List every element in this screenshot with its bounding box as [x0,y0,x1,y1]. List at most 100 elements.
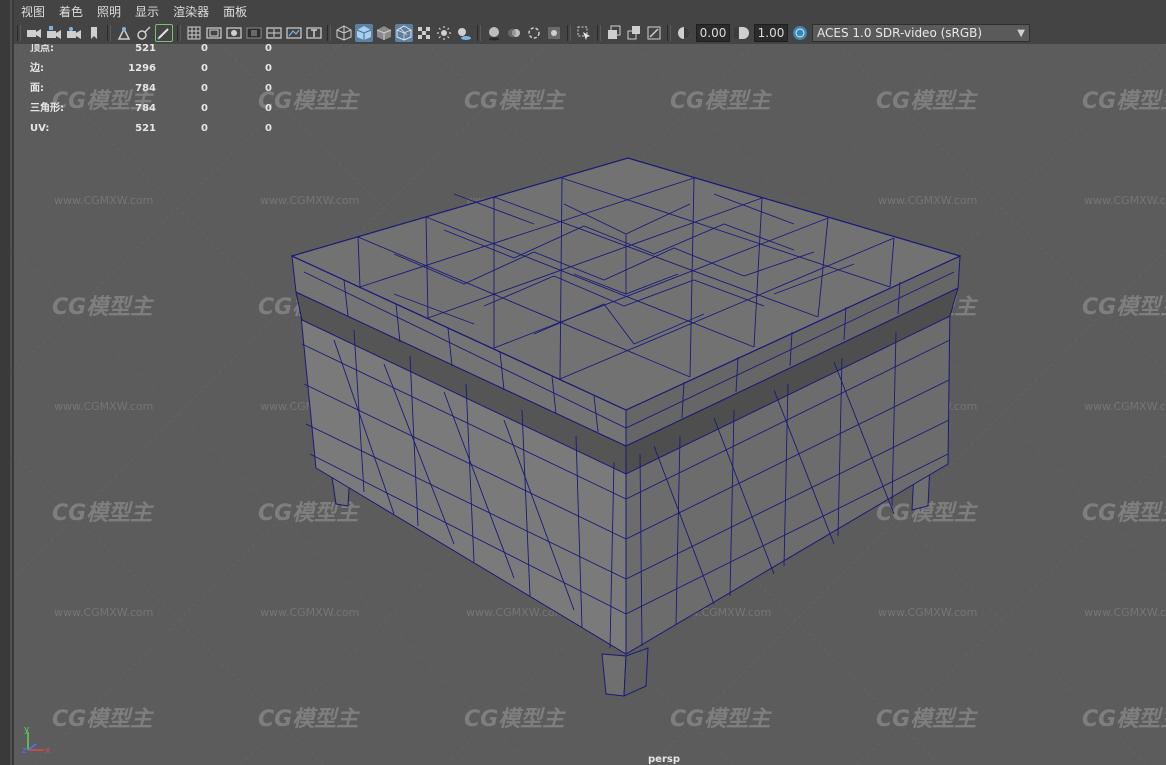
axis-z-label: z [22,746,27,756]
watermark-url: www.CGMXW.com [54,194,153,207]
hud-value: 0 [265,103,272,114]
select-camera-icon[interactable] [25,24,43,42]
axis-y-label: y [24,725,30,735]
hud-label: 顶点: [30,44,54,54]
viewport-canvas: CG模型主 CG模型主 CG模型主 CG模型主 CG模型主 CG模型主 CG模型主 CG模型主… [14,44,1166,765]
axis-gizmo: y x z [22,725,51,756]
hud-value: 784 [135,103,156,114]
toolbar-separator [17,25,21,41]
toolbar-separator [667,25,671,41]
watermark-url: www.CGMXW.com [54,606,153,619]
camera-lock-icon[interactable] [45,24,63,42]
watermark-logo: CG模型主 [1082,295,1166,320]
watermark-logo: CG模型主 [1082,707,1166,732]
watermark-url: www.CGMXW.com [878,194,977,207]
smooth-shade-icon[interactable] [355,24,373,42]
toolbar-separator [107,25,111,41]
hud-label: 边: [30,63,44,74]
hud-value: 0 [265,83,272,94]
gamma-icon[interactable] [733,24,751,42]
panel-grip[interactable] [10,0,12,765]
hud-label: 三角形: [30,103,64,114]
hud-value: 0 [265,44,272,54]
color-space-dropdown[interactable]: ACES 1.0 SDR-video (sRGB) ▼ [812,24,1030,42]
motion-blur-icon[interactable] [505,24,523,42]
watermark-url: www.CGMXW.com [1084,400,1166,413]
wireframe-icon[interactable] [335,24,353,42]
hud-label: 面: [30,83,44,94]
3d-viewport[interactable]: CG模型主 CG模型主 CG模型主 CG模型主 CG模型主 CG模型主 CG模型主 CG模型主… [14,44,1166,765]
resolution-gate-icon[interactable] [225,24,243,42]
shadows-icon[interactable] [455,24,473,42]
panel-toolbar: 0.00 1.00 ACES 1.0 SDR-video (sRGB) ▼ [14,22,1166,44]
left-tool-strip [0,0,15,765]
watermark-url: www.CGMXW.com [260,606,359,619]
toolbar-separator [327,25,331,41]
textured-icon[interactable] [415,24,433,42]
hud-value: 0 [265,63,272,74]
menu-show[interactable]: 显示 [128,3,166,20]
hud-label: UV: [30,123,50,134]
axis-x-label: x [45,746,51,756]
image-plane-icon[interactable] [115,24,133,42]
hud-value: 1296 [128,63,156,74]
xray-active-components-icon[interactable] [625,24,643,42]
exposure-field[interactable]: 0.00 [696,24,730,42]
gamma-field[interactable]: 1.00 [754,24,788,42]
menu-lighting[interactable]: 照明 [90,3,128,20]
xray-joints-icon[interactable] [645,24,663,42]
menu-panels[interactable]: 面板 [216,3,254,20]
hud-value: 521 [135,123,156,134]
toolbar-separator [177,25,181,41]
watermark-logo: CG模型主 [876,707,978,732]
depth-of-field-icon[interactable] [545,24,563,42]
grid-icon[interactable] [185,24,203,42]
ambient-occlusion-icon[interactable] [485,24,503,42]
isolate-select-icon[interactable] [575,24,593,42]
hud-value: 0 [201,103,208,114]
watermark-logo: CG模型主 [52,501,154,526]
hud-value: 0 [265,123,272,134]
watermark-logo: CG模型主 [52,295,154,320]
hud-value: 784 [135,83,156,94]
xray-icon[interactable] [605,24,623,42]
hud-value: 0 [201,123,208,134]
color-management-icon[interactable] [791,24,809,42]
hud-value: 0 [201,63,208,74]
lights-icon[interactable] [435,24,453,42]
watermark-url: www.CGMXW.com [878,606,977,619]
default-material-icon[interactable] [375,24,393,42]
watermark-logo: CG模型主 [258,707,360,732]
anti-aliasing-icon[interactable] [525,24,543,42]
ottoman-mesh[interactable] [290,157,962,697]
exposure-icon[interactable] [675,24,693,42]
watermark-logo: CG模型主 [876,89,978,114]
watermark-logo: CG模型主 [1082,501,1166,526]
watermark-logo: CG模型主 [464,89,566,114]
menu-shading[interactable]: 着色 [52,3,90,20]
watermark-url: www.CGMXW.com [1084,194,1166,207]
2d-pan-zoom-icon[interactable] [135,24,153,42]
hud-value: 0 [201,44,208,54]
camera-attributes-icon[interactable] [65,24,83,42]
watermark-logo: CG模型主 [52,707,154,732]
camera-name-label: persp [648,754,680,765]
menu-renderer[interactable]: 渲染器 [166,3,216,20]
color-space-value: ACES 1.0 SDR-video (sRGB) [817,26,983,40]
safe-action-icon[interactable] [285,24,303,42]
watermark-url: www.CGMXW.com [54,400,153,413]
safe-title-icon[interactable] [305,24,323,42]
panel-menubar: 视图 着色 照明 显示 渲染器 面板 [14,0,1166,22]
chevron-down-icon: ▼ [1017,27,1025,39]
bookmark-icon[interactable] [85,24,103,42]
film-gate-icon[interactable] [205,24,223,42]
grease-pencil-icon[interactable] [155,24,173,42]
menu-view[interactable]: 视图 [14,3,52,20]
field-chart-icon[interactable] [265,24,283,42]
watermark-logo: CG模型主 [258,89,360,114]
toolbar-separator [567,25,571,41]
wireframe-on-shaded-icon[interactable] [395,24,413,42]
gate-mask-icon[interactable] [245,24,263,42]
toolbar-separator [477,25,481,41]
watermark-url: www.CGMXW.com [1084,606,1166,619]
